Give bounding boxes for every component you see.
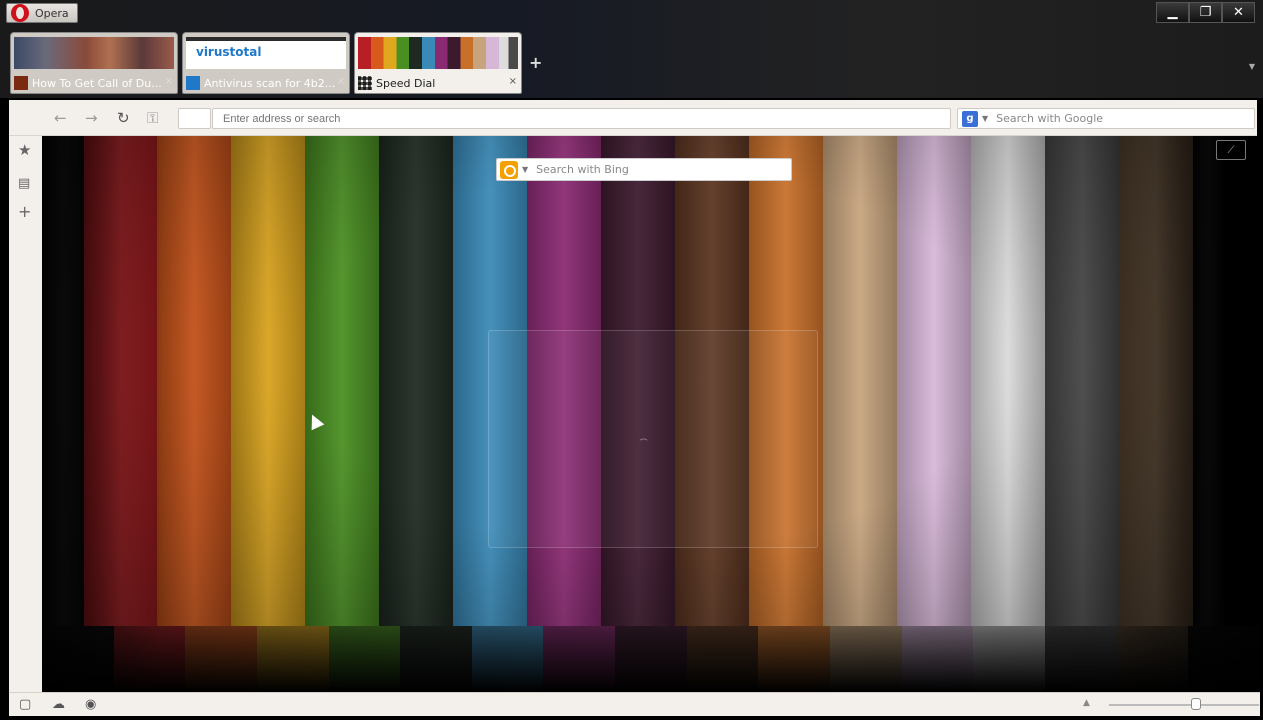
background-floor	[42, 626, 1260, 692]
tab-close-icon[interactable]: ×	[509, 76, 517, 87]
floor-reflection	[1188, 626, 1260, 692]
background-stripe	[823, 136, 897, 626]
tab-thumbnail	[14, 37, 174, 69]
tab-close-icon[interactable]: ×	[337, 76, 345, 87]
floor-reflection	[185, 626, 257, 692]
back-arrow-icon[interactable]: ←	[54, 109, 67, 127]
opera-turbo-icon[interactable]: ◉	[85, 697, 96, 712]
floor-reflection	[758, 626, 831, 692]
tab-thumbnail: virustotal	[186, 37, 346, 69]
zoom-caret-icon[interactable]: ▲	[1083, 698, 1090, 708]
opera-menu-button[interactable]: Opera	[6, 3, 78, 23]
forward-arrow-icon[interactable]: →	[85, 109, 98, 127]
opera-logo-icon	[11, 4, 29, 22]
game-favicon-icon	[14, 76, 28, 90]
floor-reflection	[830, 626, 902, 692]
search-placeholder[interactable]: Search with Google	[996, 112, 1103, 125]
navigation-toolbar: ← → ↻ ⚿ g ▼ Search with Google	[9, 100, 1257, 136]
status-bar: ▢ ☁ ◉ ▲	[9, 692, 1260, 716]
background-stripe	[231, 136, 305, 626]
search-box[interactable]: g ▼ Search with Google	[957, 108, 1255, 129]
floor-reflection	[328, 626, 401, 692]
background-stripe	[84, 136, 157, 626]
virustotal-favicon-icon	[186, 76, 200, 90]
speed-dial-grid-icon	[358, 76, 372, 90]
opera-unite-cloud-icon[interactable]: ☁	[52, 697, 65, 712]
background-stripe	[1045, 136, 1119, 626]
google-icon[interactable]: g	[962, 110, 978, 127]
tab-title-area: Antivirus scan for 4b2...	[186, 73, 346, 93]
background-stripe	[1119, 136, 1193, 626]
zoom-slider-track[interactable]	[1109, 704, 1259, 706]
floor-reflection	[1116, 626, 1189, 692]
floor-reflection	[901, 626, 974, 692]
floor-reflection	[543, 626, 616, 692]
tab-speed-dial[interactable]: Speed Dial ×	[354, 32, 522, 94]
tab-title: Speed Dial	[376, 76, 436, 90]
add-slot-icon: ⌢	[639, 431, 649, 447]
panel-toggle-icon[interactable]: ▢	[19, 697, 31, 712]
background-stripe	[42, 136, 84, 626]
search-engine-dropdown-icon[interactable]: ▼	[522, 165, 528, 174]
address-site-info[interactable]	[178, 108, 211, 129]
panel-sidebar: ★ ▤ +	[9, 136, 42, 692]
add-speed-dial-slot[interactable]: ⌢	[488, 330, 818, 548]
minimize-button[interactable]: ▁	[1156, 2, 1189, 23]
floor-reflection	[615, 626, 687, 692]
tab-call-of-duty[interactable]: How To Get Call of Du... ×	[10, 32, 178, 94]
virustotal-logo: virustotal	[196, 45, 262, 59]
floor-reflection	[686, 626, 759, 692]
floor-reflection	[973, 626, 1045, 692]
floor-reflection	[1044, 626, 1117, 692]
reload-icon[interactable]: ↻	[117, 109, 130, 127]
restore-button[interactable]: ❐	[1189, 2, 1222, 23]
bing-search-box[interactable]: ▼ Search with Bing	[496, 158, 792, 181]
close-button[interactable]: ✕	[1222, 2, 1255, 23]
tab-thumbnail	[358, 37, 518, 69]
tab-close-icon[interactable]: ×	[165, 76, 173, 87]
zoom-slider-knob[interactable]	[1191, 698, 1201, 710]
bing-search-icon[interactable]	[500, 160, 518, 179]
background-stripe	[379, 136, 453, 626]
floor-reflection	[256, 626, 329, 692]
speed-dial-settings-icon[interactable]: ⟋	[1216, 140, 1246, 160]
title-bar: Opera ▁ ❐ ✕ How To Get Call of Du... × v…	[0, 0, 1263, 98]
address-input[interactable]	[212, 108, 951, 129]
bookmarks-star-icon[interactable]: ★	[18, 141, 31, 159]
search-engine-dropdown-icon[interactable]: ▼	[982, 114, 988, 123]
speed-dial-page: ▼ Search with Bing ⟋ ⌢	[42, 136, 1260, 692]
window-controls: ▁ ❐ ✕	[1156, 2, 1255, 23]
floor-reflection	[400, 626, 472, 692]
floor-reflection	[42, 626, 114, 692]
tab-title: How To Get Call of Du...	[32, 76, 162, 90]
tab-title-area: How To Get Call of Du...	[14, 73, 174, 93]
key-icon[interactable]: ⚿	[147, 109, 158, 127]
opera-menu-label: Opera	[35, 6, 69, 20]
background-stripe	[1193, 136, 1224, 626]
background-stripe	[897, 136, 971, 626]
new-tab-button[interactable]: +	[529, 53, 542, 72]
tab-title: Antivirus scan for 4b2...	[204, 76, 336, 90]
tab-virustotal[interactable]: virustotal Antivirus scan for 4b2... ×	[182, 32, 350, 94]
tab-title-area: Speed Dial	[358, 73, 518, 93]
background-stripe	[971, 136, 1045, 626]
floor-reflection	[471, 626, 544, 692]
background-stripe	[157, 136, 231, 626]
add-panel-icon[interactable]: +	[18, 202, 31, 221]
bing-search-placeholder[interactable]: Search with Bing	[536, 163, 629, 176]
floor-reflection	[113, 626, 186, 692]
tab-menu-caret-icon[interactable]: ▼	[1249, 62, 1255, 71]
notes-panel-icon[interactable]: ▤	[18, 176, 30, 191]
background-stripe	[305, 136, 379, 626]
